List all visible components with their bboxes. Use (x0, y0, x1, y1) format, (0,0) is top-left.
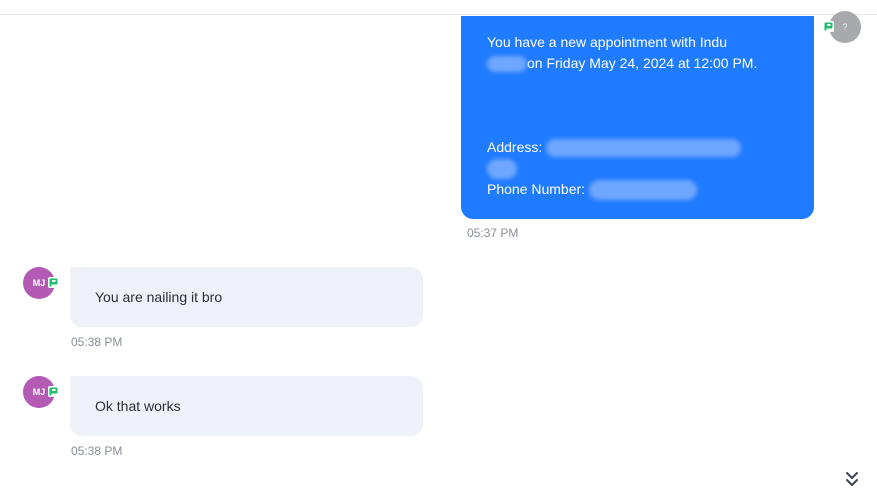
address-line-2 (487, 158, 517, 180)
message-timestamp: 05:37 PM (467, 226, 519, 240)
chat-flag-icon (48, 277, 59, 288)
message-timestamp: 05:38 PM (71, 444, 123, 458)
scroll-to-bottom-button[interactable] (843, 470, 861, 488)
message-line-2: on Friday May 24, 2024 at 12:00 PM. (487, 53, 757, 74)
double-chevron-down-icon (846, 472, 858, 486)
redacted-phone (589, 180, 698, 201)
redacted-name (487, 56, 527, 73)
incoming-message-bubble: Ok that works (70, 376, 423, 436)
top-bar (0, 0, 877, 15)
message-text: You are nailing it bro (95, 289, 223, 305)
chat-flag-icon (48, 386, 59, 397)
message-line-1: You have a new appointment with Indu (487, 34, 727, 50)
message-timestamp: 05:38 PM (71, 335, 123, 349)
incoming-message-bubble: You are nailing it bro (70, 267, 423, 327)
redacted-address (546, 139, 742, 158)
redacted-address-cont (487, 159, 517, 180)
message-text: Ok that works (95, 398, 181, 414)
outgoing-message-bubble: You have a new appointment with Indu on … (461, 16, 814, 219)
phone-line: Phone Number: (487, 179, 698, 201)
address-line: Address: (487, 137, 742, 158)
chat-flag-icon (823, 21, 834, 32)
